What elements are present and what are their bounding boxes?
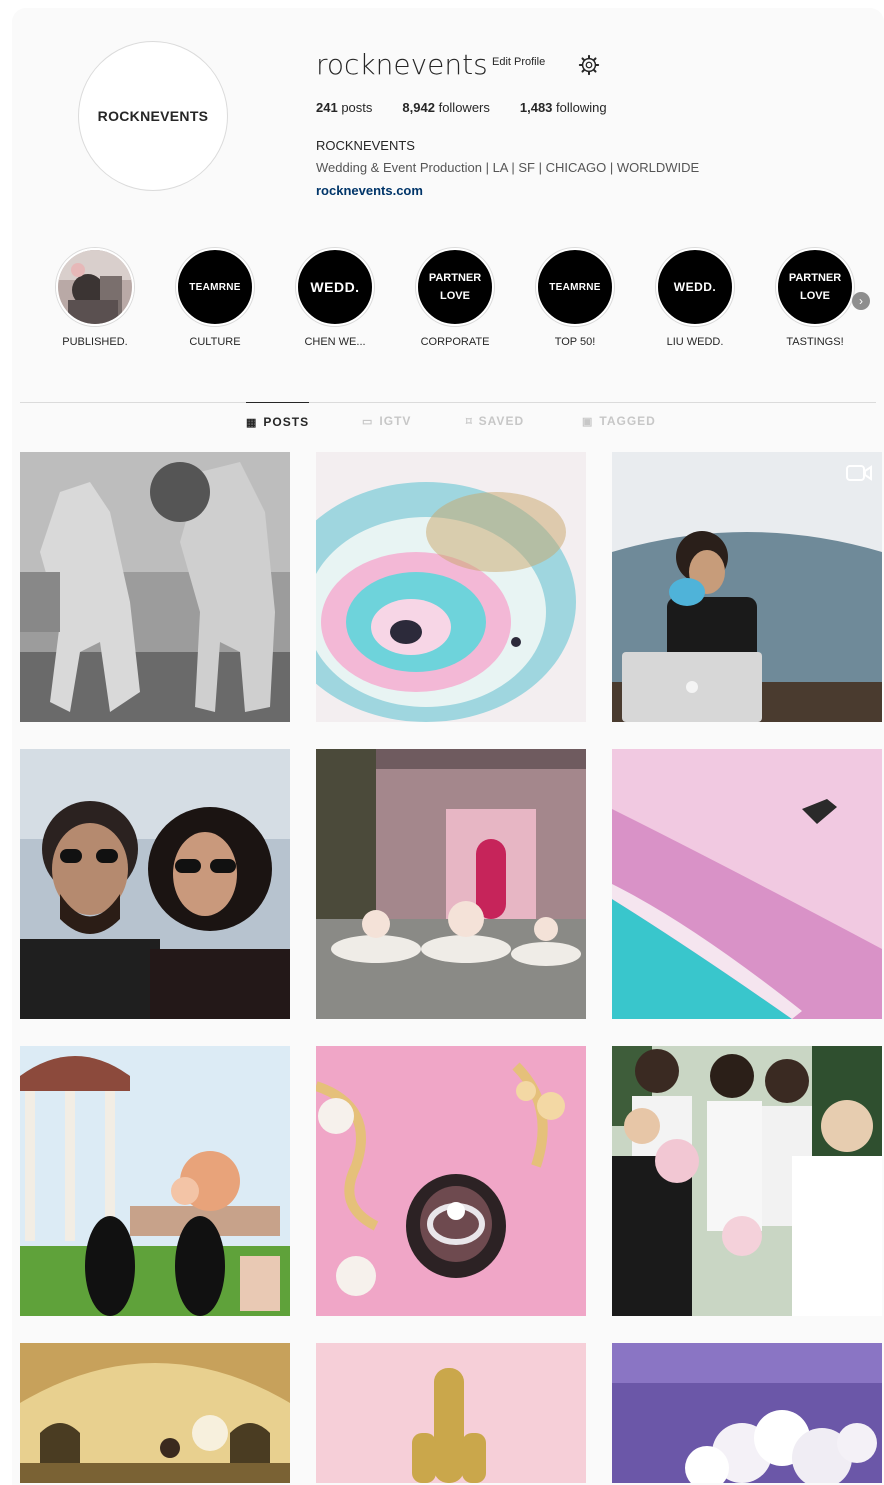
username: rocknevents [316, 48, 488, 81]
chevron-right-icon[interactable]: › [852, 292, 870, 310]
highlight-label: TOP 50! [554, 336, 596, 348]
post-image [316, 1343, 586, 1483]
post-thumbnail-woman-laptop[interactable] [612, 452, 882, 722]
highlight-liu-wedding[interactable]: WEDD. LIU WEDD. [650, 248, 740, 348]
post-thumbnail-venue-night[interactable] [316, 749, 586, 1019]
tab-label: TAGGED [599, 414, 656, 428]
post-image [20, 1046, 290, 1316]
following-count: 1,483 [519, 100, 553, 115]
highlight-cover: TEAMRNE [176, 248, 254, 326]
profile-avatar[interactable]: ROCKNEVENTS [78, 41, 228, 191]
tab-tagged[interactable]: ▣ TAGGED [582, 402, 656, 440]
bookmark-icon: ⌑ [466, 415, 473, 428]
highlight-cover: PARTNER LOVE [416, 248, 494, 326]
tv-icon: ▭ [362, 415, 374, 428]
following-label: following [556, 100, 607, 115]
highlight-label: PUBLISHED. [62, 336, 128, 348]
tab-label: SAVED [478, 414, 525, 428]
highlight-cover-text: PARTNER LOVE [428, 272, 482, 302]
post-thumbnail-couple-selfie[interactable] [20, 749, 290, 1019]
followers-stat[interactable]: 8,942 followers [402, 100, 489, 115]
profile-page: ROCKNEVENTS rocknevents Edit Profile 241… [12, 8, 884, 1485]
tab-posts[interactable]: ▦ POSTS [246, 402, 310, 441]
highlight-cover-text: TEAMRNE [189, 281, 241, 293]
highlight-cover: WEDD. [296, 248, 374, 326]
edit-profile-button[interactable]: Edit Profile [486, 54, 551, 70]
highlight-label: CORPORATE [420, 336, 490, 348]
posts-count: 241 [316, 100, 338, 115]
profile-bio: Wedding & Event Production | LA | SF | C… [316, 160, 700, 175]
post-thumbnail-glitter-hand[interactable] [316, 1343, 586, 1483]
highlight-cover: WEDD. [656, 248, 734, 326]
highlight-label: CHEN WE... [304, 336, 366, 348]
post-image [316, 1046, 586, 1316]
post-image [20, 1343, 290, 1483]
highlight-label: LIU WEDD. [666, 336, 724, 348]
profile-stats: 241 posts 8,942 followers 1,483 followin… [316, 100, 607, 115]
highlight-chen-wedding[interactable]: WEDD. CHEN WE... [290, 248, 380, 348]
followers-count: 8,942 [402, 100, 435, 115]
post-thumbnail-ballroom[interactable] [20, 1343, 290, 1483]
story-highlights: PUBLISHED. TEAMRNE CULTURE WEDD. CHEN WE… [50, 248, 880, 358]
post-thumbnail-pink-beach[interactable] [612, 749, 882, 1019]
followers-label: followers [438, 100, 490, 115]
post-thumbnail-gazebo-table[interactable] [20, 1046, 290, 1316]
post-image [316, 749, 586, 1019]
highlight-corporate[interactable]: PARTNER LOVE CORPORATE [410, 248, 500, 348]
highlight-cover-text: WEDD. [673, 280, 717, 294]
tab-label: IGTV [379, 414, 412, 428]
avatar-text: ROCKNEVENTS [97, 108, 209, 124]
highlight-label: TASTINGS! [786, 336, 844, 348]
posts-stat: 241 posts [316, 100, 372, 115]
tag-icon: ▣ [582, 415, 594, 428]
post-image [612, 1343, 882, 1483]
highlight-cover-text: WEDD. [310, 279, 360, 295]
post-image [612, 452, 882, 722]
highlight-cover-text: PARTNER LOVE [788, 272, 842, 302]
video-icon [846, 465, 872, 481]
profile-tabs: ▦ POSTS ▭ IGTV ⌑ SAVED ▣ TAGGED [12, 402, 884, 442]
profile-name: ROCKNEVENTS [316, 138, 415, 153]
following-stat[interactable]: 1,483 following [520, 100, 607, 115]
post-thumbnail-agate[interactable] [316, 452, 586, 722]
tab-saved[interactable]: ⌑ SAVED [466, 402, 524, 440]
grid-icon: ▦ [246, 416, 258, 429]
tab-igtv[interactable]: ▭ IGTV [362, 402, 411, 440]
post-thumbnail-horses[interactable] [20, 452, 290, 722]
settings-gear-icon[interactable] [578, 54, 600, 76]
highlight-cover: TEAMRNE [536, 248, 614, 326]
tab-label: POSTS [263, 415, 310, 429]
post-thumbnail-bridesmaids[interactable] [612, 1046, 882, 1316]
highlight-published[interactable]: PUBLISHED. [50, 248, 140, 348]
highlight-tastings[interactable]: PARTNER LOVE TASTINGS! [770, 248, 860, 348]
highlight-label: CULTURE [189, 336, 241, 348]
highlight-cover: PARTNER LOVE [776, 248, 854, 326]
highlight-cover-text: TEAMRNE [549, 281, 601, 293]
post-image [20, 452, 290, 722]
posts-label: posts [341, 100, 373, 115]
highlight-photo [58, 250, 132, 324]
post-thumbnail-white-flowers[interactable] [612, 1343, 882, 1483]
post-image [612, 749, 882, 1019]
post-image [316, 452, 586, 722]
post-thumbnail-ring[interactable] [316, 1046, 586, 1316]
post-image [20, 749, 290, 1019]
post-image [612, 1046, 882, 1316]
profile-website-link[interactable]: rocknevents.com [316, 183, 423, 198]
highlight-cover [56, 248, 134, 326]
highlight-culture[interactable]: TEAMRNE CULTURE [170, 248, 260, 348]
highlight-top-50[interactable]: TEAMRNE TOP 50! [530, 248, 620, 348]
